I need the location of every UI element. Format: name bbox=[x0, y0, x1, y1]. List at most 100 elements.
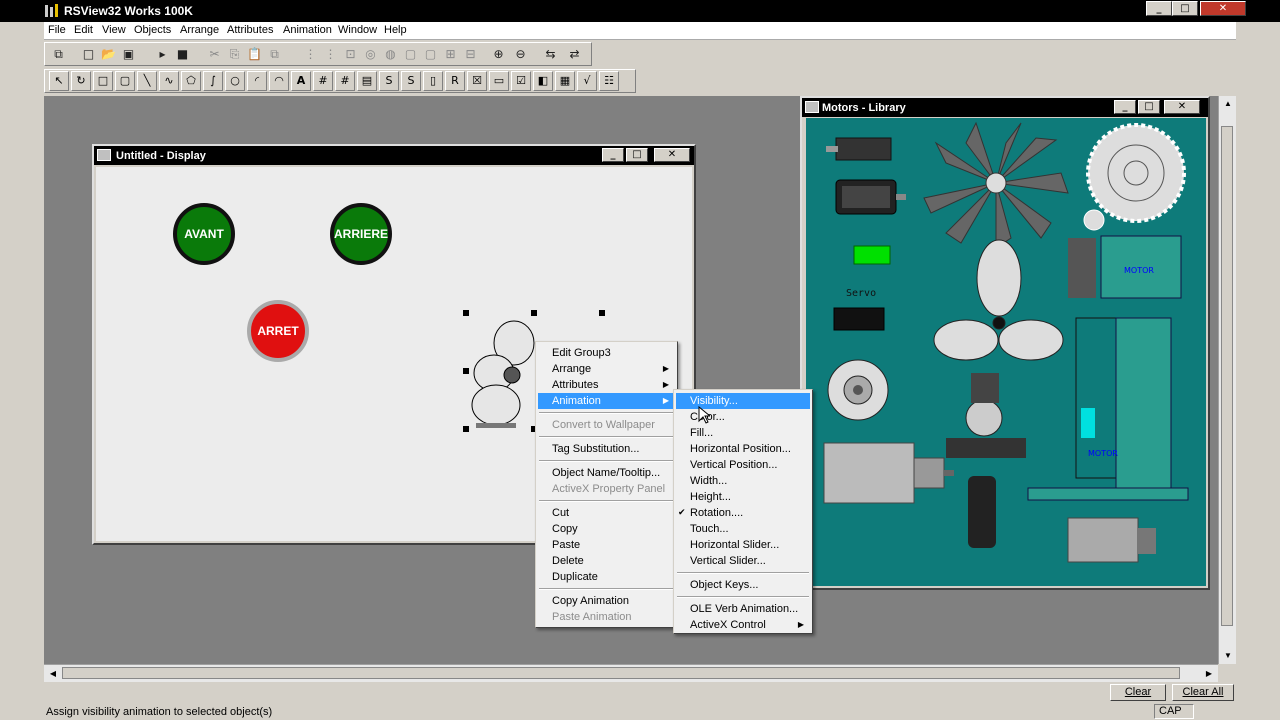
horizontal-scrollbar[interactable]: ◀ ▶ bbox=[44, 664, 1218, 682]
control-icon[interactable]: √ bbox=[577, 71, 597, 91]
display-close-button[interactable]: ✕ bbox=[654, 148, 690, 162]
trend-icon[interactable]: ▦ bbox=[555, 71, 575, 91]
string-display-icon[interactable]: S bbox=[379, 71, 399, 91]
save-icon[interactable]: ▣ bbox=[119, 45, 138, 63]
ellipse-icon[interactable]: ○ bbox=[225, 71, 245, 91]
submenu-vertical-slider[interactable]: Vertical Slider... bbox=[676, 553, 810, 569]
submenu-fill[interactable]: Fill... bbox=[676, 425, 810, 441]
message-icon[interactable]: ☷ bbox=[599, 71, 619, 91]
stop-icon[interactable]: ■ bbox=[173, 45, 192, 63]
recipe-icon[interactable]: R bbox=[445, 71, 465, 91]
scroll-down-icon[interactable]: ▼ bbox=[1221, 648, 1235, 664]
menu-copy[interactable]: Copy bbox=[538, 521, 675, 537]
menu-objects[interactable]: Objects bbox=[134, 24, 171, 36]
new-file-icon[interactable]: □ bbox=[79, 45, 98, 63]
arret-button[interactable]: ARRET bbox=[247, 300, 309, 362]
menu-arrange-sub[interactable]: Arrange ▶ bbox=[538, 361, 675, 377]
polygon-icon[interactable]: ⬠ bbox=[181, 71, 201, 91]
duplicate-icon[interactable]: ⧉ bbox=[265, 45, 284, 63]
zoom-out-icon[interactable]: ⊖ bbox=[511, 45, 530, 63]
library-canvas[interactable]: MOTOR MOTOR Servo bbox=[806, 118, 1206, 586]
polyline-icon[interactable]: ∿ bbox=[159, 71, 179, 91]
snap-icon[interactable]: ⊡ bbox=[341, 45, 360, 63]
bar-icon[interactable]: ▯ bbox=[423, 71, 443, 91]
flip-vertical-icon[interactable]: ⇄ bbox=[565, 45, 584, 63]
library-minimize-button[interactable]: _ bbox=[1114, 100, 1136, 114]
rotate-icon[interactable]: ↻ bbox=[71, 71, 91, 91]
clear-all-button[interactable]: Clear All bbox=[1172, 684, 1234, 701]
selection-handle[interactable] bbox=[531, 310, 537, 316]
send-back-icon[interactable]: ▢ bbox=[421, 45, 440, 63]
arc-icon[interactable]: ◜ bbox=[247, 71, 267, 91]
menu-paste[interactable]: Paste bbox=[538, 537, 675, 553]
cut-icon[interactable]: ✂ bbox=[205, 45, 224, 63]
wedge-icon[interactable]: ◠ bbox=[269, 71, 289, 91]
paste-icon[interactable]: 📋 bbox=[245, 45, 264, 63]
display-maximize-button[interactable]: □ bbox=[626, 148, 648, 162]
submenu-horizontal-slider[interactable]: Horizontal Slider... bbox=[676, 537, 810, 553]
menu-duplicate[interactable]: Duplicate bbox=[538, 569, 675, 585]
rounded-rectangle-icon[interactable]: ▢ bbox=[115, 71, 135, 91]
menu-help[interactable]: Help bbox=[384, 24, 407, 36]
submenu-color[interactable]: Color... bbox=[676, 409, 810, 425]
selection-handle[interactable] bbox=[599, 310, 605, 316]
menu-attributes[interactable]: Attributes bbox=[227, 24, 273, 36]
freehand-icon[interactable]: ∫ bbox=[203, 71, 223, 91]
align2-icon[interactable]: ⊟ bbox=[461, 45, 480, 63]
scroll-up-icon[interactable]: ▲ bbox=[1221, 96, 1235, 112]
fan-group-object[interactable] bbox=[466, 313, 536, 431]
menu-view[interactable]: View bbox=[102, 24, 126, 36]
menu-window[interactable]: Window bbox=[338, 24, 377, 36]
library-window-titlebar[interactable]: Motors - Library _ □ ✕ bbox=[802, 98, 1208, 117]
submenu-object-keys[interactable]: Object Keys... bbox=[676, 577, 810, 593]
rectangle-icon[interactable]: □ bbox=[93, 71, 113, 91]
submenu-height[interactable]: Height... bbox=[676, 489, 810, 505]
display-window-titlebar[interactable]: Untitled - Display _ □ ✕ bbox=[94, 146, 694, 165]
close-button[interactable]: ✕ bbox=[1200, 1, 1246, 16]
string-input-icon[interactable]: ▤ bbox=[357, 71, 377, 91]
symbol-icon[interactable]: ▭ bbox=[489, 71, 509, 91]
menu-object-name-tooltip[interactable]: Object Name/Tooltip... bbox=[538, 465, 675, 481]
menu-tag-substitution[interactable]: Tag Substitution... bbox=[538, 441, 675, 457]
button-icon[interactable]: ☒ bbox=[467, 71, 487, 91]
check-icon[interactable]: ☑ bbox=[511, 71, 531, 91]
menu-edit-group[interactable]: Edit Group3 bbox=[538, 345, 675, 361]
bring-front-icon[interactable]: ▢ bbox=[401, 45, 420, 63]
avant-button[interactable]: AVANT bbox=[173, 203, 235, 265]
display-minimize-button[interactable]: _ bbox=[602, 148, 624, 162]
scroll-right-icon[interactable]: ▶ bbox=[1202, 667, 1216, 681]
clear-button[interactable]: Clear bbox=[1110, 684, 1166, 701]
submenu-rotation[interactable]: ✔ Rotation.... bbox=[676, 505, 810, 521]
numeric-input-icon[interactable]: # bbox=[335, 71, 355, 91]
grid-icon[interactable]: ⋮ bbox=[301, 45, 320, 63]
numeric-display-icon[interactable]: # bbox=[313, 71, 333, 91]
library-maximize-button[interactable]: □ bbox=[1138, 100, 1160, 114]
selection-handle[interactable] bbox=[463, 310, 469, 316]
submenu-width[interactable]: Width... bbox=[676, 473, 810, 489]
selection-handle[interactable] bbox=[463, 426, 469, 432]
submenu-horizontal-position[interactable]: Horizontal Position... bbox=[676, 441, 810, 457]
zoom-in-icon[interactable]: ⊕ bbox=[489, 45, 508, 63]
layers-icon[interactable]: ⧉ bbox=[49, 45, 68, 63]
grid-align-icon[interactable]: ⋮ bbox=[321, 45, 340, 63]
menu-arrange[interactable]: Arrange bbox=[180, 24, 219, 36]
scroll-left-icon[interactable]: ◀ bbox=[46, 667, 60, 681]
string-input2-icon[interactable]: S bbox=[401, 71, 421, 91]
menu-delete[interactable]: Delete bbox=[538, 553, 675, 569]
line-icon[interactable]: ╲ bbox=[137, 71, 157, 91]
submenu-ole-verb-animation[interactable]: OLE Verb Animation... bbox=[676, 601, 810, 617]
menu-animation[interactable]: Animation bbox=[283, 24, 332, 36]
arriere-button[interactable]: ARRIERE bbox=[330, 203, 392, 265]
maximize-button[interactable]: □ bbox=[1172, 1, 1198, 16]
submenu-visibility[interactable]: Visibility... bbox=[676, 393, 810, 409]
copy-icon[interactable]: ⎘ bbox=[225, 45, 244, 63]
open-folder-icon[interactable]: 📂 bbox=[99, 45, 118, 63]
align-icon[interactable]: ⊞ bbox=[441, 45, 460, 63]
text-tool-icon[interactable]: A bbox=[291, 71, 311, 91]
submenu-activex-control[interactable]: ActiveX Control ▶ bbox=[676, 617, 810, 633]
flip-horizontal-icon[interactable]: ⇆ bbox=[541, 45, 560, 63]
group-icon[interactable]: ◎ bbox=[361, 45, 380, 63]
selection-handle[interactable] bbox=[463, 368, 469, 374]
menu-edit[interactable]: Edit bbox=[74, 24, 93, 36]
minimize-button[interactable]: _ bbox=[1146, 1, 1172, 16]
